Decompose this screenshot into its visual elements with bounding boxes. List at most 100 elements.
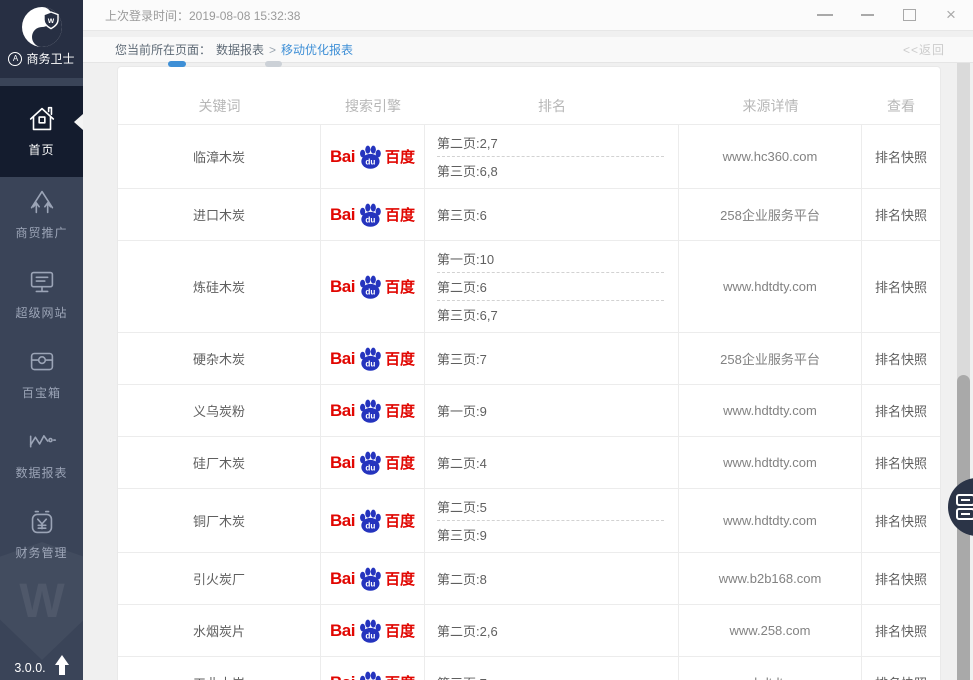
baidu-paw-icon: du bbox=[357, 450, 383, 476]
minimize-icon[interactable] bbox=[859, 7, 875, 23]
table-row: 铜厂木炭 Bai du 百度 第二页:5第三页:9www.hdtdty.com排… bbox=[118, 489, 940, 553]
snapshot-link[interactable]: 排名快照 bbox=[875, 673, 927, 680]
svg-text:w: w bbox=[46, 16, 54, 25]
menu-icon[interactable] bbox=[817, 7, 833, 23]
cell-rank: 第三页:7 bbox=[425, 657, 679, 680]
window-controls: × bbox=[817, 7, 973, 23]
svg-text:du: du bbox=[365, 579, 375, 588]
snapshot-link[interactable]: 排名快照 bbox=[875, 147, 927, 166]
baidu-logo-bai-text: Bai bbox=[330, 147, 355, 167]
titlebar: 上次登录时间：2019-08-08 15:32:38 × bbox=[83, 0, 973, 31]
baidu-logo-cn-text: 百度 bbox=[385, 452, 415, 473]
scrollbar-track[interactable] bbox=[957, 63, 970, 680]
cell-view: 排名快照 bbox=[862, 553, 940, 604]
snapshot-link[interactable]: 排名快照 bbox=[875, 401, 927, 420]
close-icon[interactable]: × bbox=[943, 7, 959, 23]
baidu-paw-icon: du bbox=[357, 274, 383, 300]
snapshot-link[interactable]: 排名快照 bbox=[875, 205, 927, 224]
cell-keyword: 水烟炭片 bbox=[118, 605, 321, 656]
sidebar-item-data-report[interactable]: 数据报表 bbox=[0, 423, 83, 486]
baidu-logo-cn-text: 百度 bbox=[385, 348, 415, 369]
snapshot-link[interactable]: 排名快照 bbox=[875, 511, 927, 530]
super-website-icon bbox=[25, 263, 59, 301]
sidebar-item-label: 首页 bbox=[28, 141, 54, 158]
breadcrumb-section[interactable]: 数据报表 bbox=[216, 41, 264, 58]
baidu-paw-icon: du bbox=[357, 566, 383, 592]
header-view: 查看 bbox=[862, 88, 940, 124]
baidu-logo: Bai du 百度 bbox=[330, 670, 415, 680]
cell-keyword: 硬杂木炭 bbox=[118, 333, 321, 384]
table-row: 炼硅木炭 Bai du 百度 第一页:10第二页:6第三页:6,7www.hdt… bbox=[118, 241, 940, 333]
cell-search-engine: Bai du 百度 bbox=[321, 605, 425, 656]
baidu-paw-icon: du bbox=[357, 670, 383, 680]
rank-line: 第二页:8 bbox=[437, 565, 664, 592]
baidu-logo: Bai du 百度 bbox=[330, 618, 415, 644]
breadcrumb: 您当前所在页面： 数据报表 > 移动优化报表 <<返回 bbox=[83, 37, 973, 63]
sidebar-item-treasure-box[interactable]: 百宝箱 bbox=[0, 343, 83, 406]
baidu-logo: Bai du 百度 bbox=[330, 508, 415, 534]
cell-source: www.hdtdty.com bbox=[679, 657, 862, 680]
sidebar-item-label: 商贸推广 bbox=[15, 224, 67, 241]
baidu-logo: Bai du 百度 bbox=[330, 346, 415, 372]
snapshot-link[interactable]: 排名快照 bbox=[875, 277, 927, 296]
cell-keyword: 炼硅木炭 bbox=[118, 241, 321, 332]
cell-rank: 第二页:8 bbox=[425, 553, 679, 604]
sidebar-item-label: 数据报表 bbox=[15, 464, 67, 481]
sidebar-item-label: 超级网站 bbox=[15, 304, 67, 321]
sidebar-item-home[interactable]: 首页 bbox=[0, 86, 83, 177]
cell-view: 排名快照 bbox=[862, 385, 940, 436]
rank-line: 第三页:7 bbox=[437, 669, 664, 680]
cell-rank: 第二页:2,7第三页:6,8 bbox=[425, 125, 679, 188]
cell-rank: 第三页:7 bbox=[425, 333, 679, 384]
brand-name: 商务卫士 bbox=[26, 50, 74, 67]
baidu-logo-bai-text: Bai bbox=[330, 511, 355, 531]
table-row: 进口木炭 Bai du 百度 第三页:6 258企业服务平台排名快照 bbox=[118, 189, 940, 241]
update-arrow-icon[interactable] bbox=[55, 655, 69, 675]
baidu-logo-bai-text: Bai bbox=[330, 277, 355, 297]
header-keyword: 关键词 bbox=[118, 88, 321, 124]
qr-code-button[interactable] bbox=[948, 478, 973, 536]
back-link[interactable]: <<返回 bbox=[903, 41, 945, 58]
watermark-letter: W bbox=[19, 574, 64, 629]
cell-view: 排名快照 bbox=[862, 333, 940, 384]
cell-rank: 第二页:4 bbox=[425, 437, 679, 488]
sidebar-nav: 首页 商贸推广 超级网站 bbox=[0, 86, 83, 566]
cell-view: 排名快照 bbox=[862, 657, 940, 680]
cell-view: 排名快照 bbox=[862, 489, 940, 552]
clipped-blue-tab bbox=[168, 61, 186, 67]
cell-keyword: 进口木炭 bbox=[118, 189, 321, 240]
last-login-text: 上次登录时间：2019-08-08 15:32:38 bbox=[105, 7, 300, 24]
cell-source: www.258.com bbox=[679, 605, 862, 656]
snapshot-link[interactable]: 排名快照 bbox=[875, 349, 927, 368]
cell-search-engine: Bai du 百度 bbox=[321, 125, 425, 188]
baidu-logo-bai-text: Bai bbox=[330, 349, 355, 369]
baidu-logo: Bai du 百度 bbox=[330, 566, 415, 592]
treasure-box-icon bbox=[25, 343, 59, 381]
baidu-logo-cn-text: 百度 bbox=[385, 146, 415, 167]
svg-text:du: du bbox=[365, 631, 375, 640]
sidebar-item-trade-promotion[interactable]: 商贸推广 bbox=[0, 183, 83, 246]
breadcrumb-current[interactable]: 移动优化报表 bbox=[281, 41, 353, 58]
cell-view: 排名快照 bbox=[862, 125, 940, 188]
snapshot-link[interactable]: 排名快照 bbox=[875, 453, 927, 472]
cell-source: 258企业服务平台 bbox=[679, 189, 862, 240]
cell-rank: 第三页:6 bbox=[425, 189, 679, 240]
rank-line: 第三页:6 bbox=[437, 201, 664, 228]
sidebar-item-super-website[interactable]: 超级网站 bbox=[0, 263, 83, 326]
maximize-icon[interactable] bbox=[901, 7, 917, 23]
rank-line: 第二页:2,7 bbox=[437, 129, 664, 156]
breadcrumb-prefix: 您当前所在页面： bbox=[115, 41, 211, 58]
cell-view: 排名快照 bbox=[862, 241, 940, 332]
cell-source: www.hdtdty.com bbox=[679, 385, 862, 436]
baidu-paw-icon: du bbox=[357, 508, 383, 534]
active-notch bbox=[74, 114, 83, 130]
snapshot-link[interactable]: 排名快照 bbox=[875, 621, 927, 640]
snapshot-link[interactable]: 排名快照 bbox=[875, 569, 927, 588]
table-row: 硬杂木炭 Bai du 百度 第三页:7258企业服务平台排名快照 bbox=[118, 333, 940, 385]
cell-search-engine: Bai du 百度 bbox=[321, 553, 425, 604]
app-logo-block: w A 商务卫士 bbox=[0, 0, 83, 78]
baidu-paw-icon: du bbox=[357, 202, 383, 228]
home-icon bbox=[25, 100, 59, 138]
baidu-logo: Bai du 百度 bbox=[330, 202, 415, 228]
cell-search-engine: Bai du 百度 bbox=[321, 189, 425, 240]
